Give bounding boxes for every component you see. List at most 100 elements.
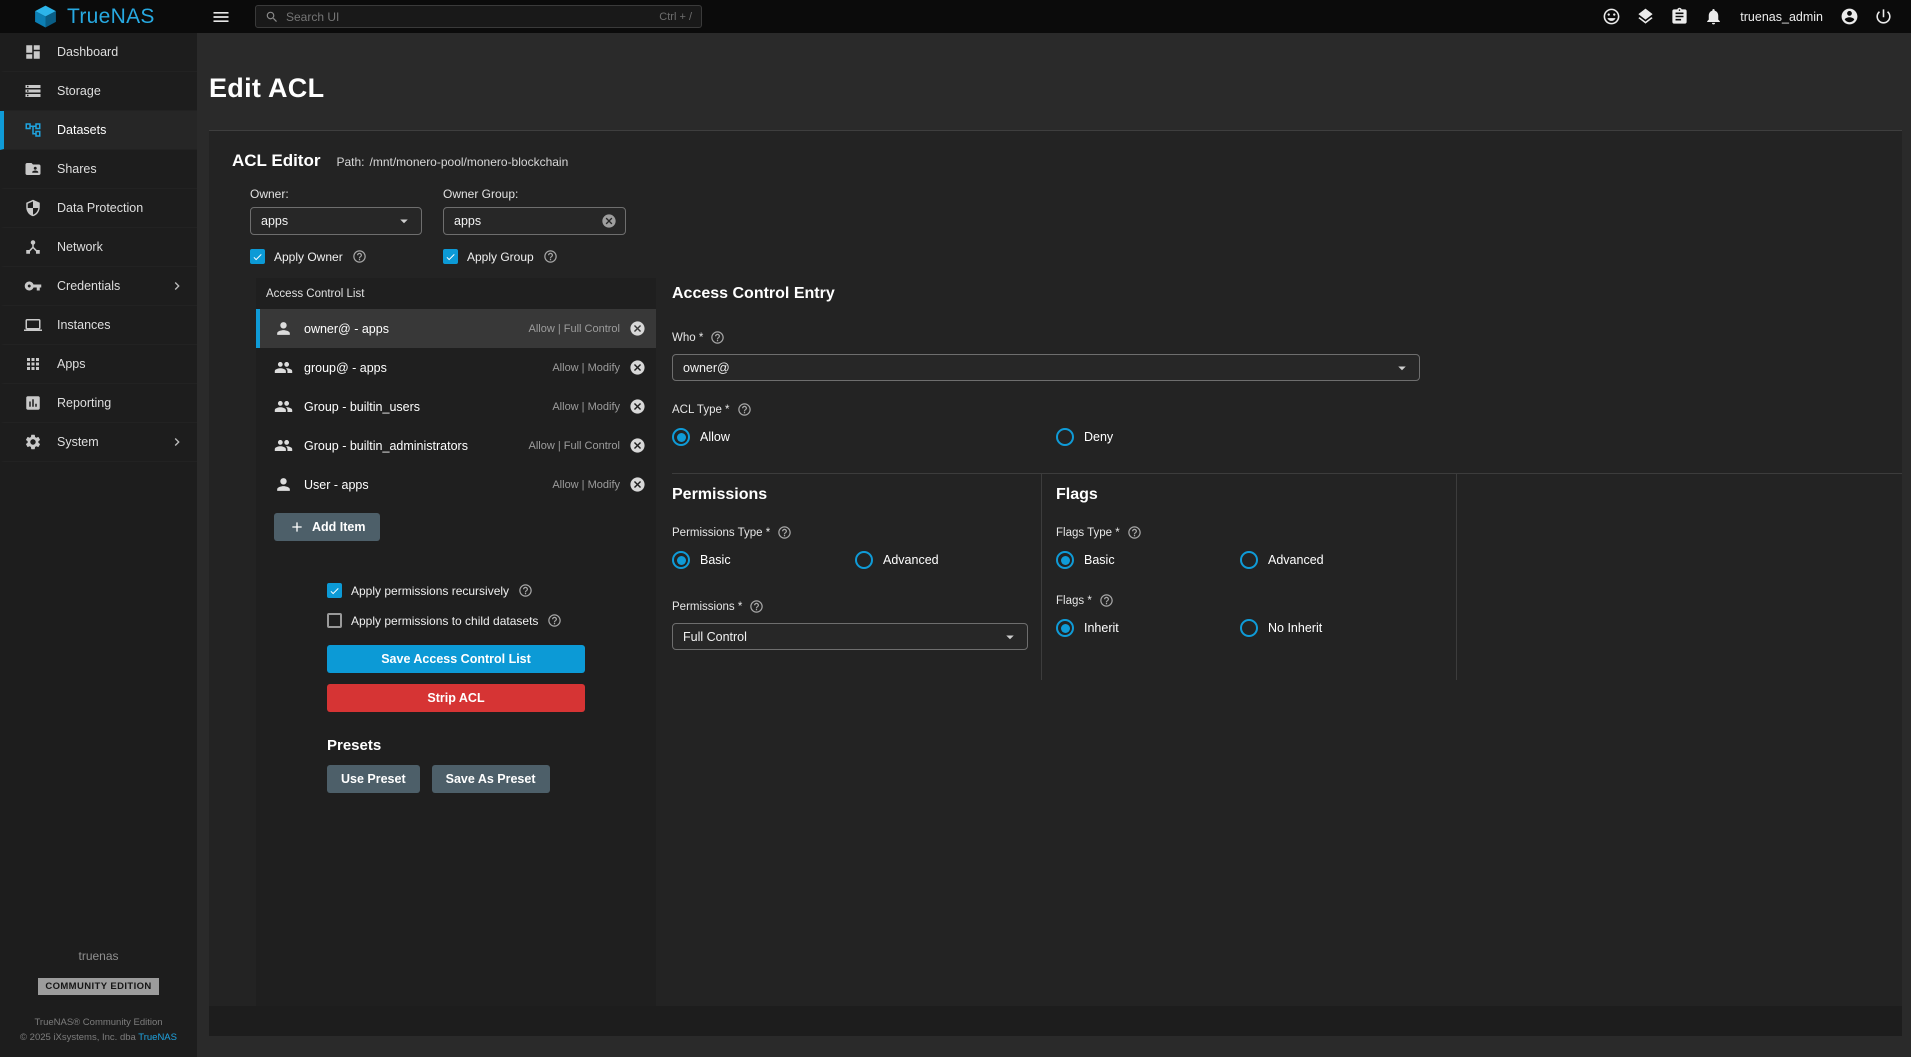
permissions-type-label: Permissions Type *: [672, 527, 770, 539]
acl-rule-summary: Allow | Modify: [552, 362, 620, 374]
chevron-right-icon: [169, 278, 185, 294]
search-input[interactable]: [286, 10, 659, 24]
sidebar-item-label: Shares: [57, 162, 97, 176]
sidebar-item-shares[interactable]: Shares: [0, 150, 197, 189]
sidebar-item-data-protection[interactable]: Data Protection: [0, 189, 197, 228]
flags-inherit-radio[interactable]: Inherit: [1056, 619, 1240, 637]
apply-group-checkbox[interactable]: [443, 249, 458, 264]
acl-actions: Apply permissions recursively Apply perm…: [327, 583, 585, 793]
chevron-down-icon: [1001, 628, 1019, 646]
sidebar-item-datasets[interactable]: Datasets: [0, 111, 197, 150]
sidebar-item-network[interactable]: Network: [0, 228, 197, 267]
clear-icon[interactable]: [601, 213, 617, 229]
layers-icon[interactable]: [1636, 7, 1655, 26]
strip-acl-button[interactable]: Strip ACL: [327, 684, 585, 712]
sidebar-item-label: Dashboard: [57, 45, 118, 59]
apply-to-children-checkbox[interactable]: [327, 613, 342, 628]
sidebar-item-instances[interactable]: Instances: [0, 306, 197, 345]
remove-entry-icon[interactable]: [629, 320, 646, 337]
apply-to-children-label: Apply permissions to child datasets: [351, 614, 538, 628]
help-icon[interactable]: [518, 583, 533, 598]
jobs-icon[interactable]: [1670, 7, 1689, 26]
remove-entry-icon[interactable]: [629, 359, 646, 376]
sidebar-item-label: Credentials: [57, 279, 120, 293]
dataset-path: Path:/mnt/monero-pool/monero-blockchain: [336, 155, 568, 169]
truenas-link[interactable]: TrueNAS: [138, 1032, 177, 1043]
use-preset-button[interactable]: Use Preset: [327, 765, 420, 793]
help-icon[interactable]: [1127, 525, 1142, 540]
save-as-preset-button[interactable]: Save As Preset: [432, 765, 550, 793]
remove-entry-icon[interactable]: [629, 398, 646, 415]
owner-select[interactable]: apps: [250, 207, 422, 235]
group-icon: [274, 397, 293, 416]
sidebar-item-credentials[interactable]: Credentials: [0, 267, 197, 306]
permissions-select[interactable]: Full Control: [672, 623, 1028, 650]
sidebar-item-label: System: [57, 435, 99, 449]
permissions-type-advanced-radio[interactable]: Advanced: [855, 551, 939, 569]
sidebar-item-reporting[interactable]: Reporting: [0, 384, 197, 423]
flags-section: Flags Flags Type * Basic: [1042, 474, 1457, 680]
power-icon[interactable]: [1874, 7, 1893, 26]
acl-entry-row[interactable]: Group - builtin_users Allow | Modify: [256, 387, 656, 426]
menu-toggle-button[interactable]: [211, 7, 231, 27]
search-shortcut: Ctrl + /: [659, 11, 692, 23]
save-acl-button[interactable]: Save Access Control List: [327, 645, 585, 673]
truenas-logo-icon: [33, 4, 58, 29]
flags-title: Flags: [1056, 486, 1456, 504]
truenas-logo[interactable]: TrueNAS: [0, 4, 197, 29]
search-box[interactable]: Ctrl + /: [255, 5, 702, 28]
product-line: TrueNAS® Community Edition: [0, 1017, 197, 1028]
who-select[interactable]: owner@: [672, 354, 1420, 381]
owner-group-label: Owner Group:: [443, 187, 626, 201]
hostname-label: truenas: [0, 949, 197, 963]
user-avatar-icon[interactable]: [1840, 7, 1859, 26]
sidebar-item-label: Data Protection: [57, 201, 143, 215]
help-icon[interactable]: [710, 330, 725, 345]
permissions-label: Permissions *: [672, 601, 742, 613]
help-icon[interactable]: [1099, 593, 1114, 608]
flags-label: Flags *: [1056, 595, 1092, 607]
acl-editor-title: ACL Editor: [232, 151, 320, 171]
sidebar-item-apps[interactable]: Apps: [0, 345, 197, 384]
alerts-icon[interactable]: [1704, 7, 1723, 26]
help-icon[interactable]: [749, 599, 764, 614]
apply-recursively-checkbox[interactable]: [327, 583, 342, 598]
acl-entry-row[interactable]: Group - builtin_administrators Allow | F…: [256, 426, 656, 465]
acl-type-allow-radio[interactable]: Allow: [672, 428, 1056, 446]
flags-type-label: Flags Type *: [1056, 527, 1120, 539]
acl-entry-row[interactable]: group@ - apps Allow | Modify: [256, 348, 656, 387]
add-item-button[interactable]: Add Item: [274, 513, 380, 541]
help-icon[interactable]: [547, 613, 562, 628]
sidebar-item-system[interactable]: System: [0, 423, 197, 462]
sidebar-item-label: Instances: [57, 318, 111, 332]
help-icon[interactable]: [352, 249, 367, 264]
sidebar-footer: truenas COMMUNITY EDITION TrueNAS® Commu…: [0, 949, 197, 1043]
acl-list-title: Access Control List: [256, 278, 656, 309]
apply-owner-checkbox[interactable]: [250, 249, 265, 264]
access-control-entry-panel: Access Control Entry Who * owner@ ACL Ty…: [656, 278, 1902, 1006]
acl-rule-summary: Allow | Full Control: [529, 323, 621, 335]
acl-entry-row[interactable]: owner@ - apps Allow | Full Control: [256, 309, 656, 348]
flags-type-basic-radio[interactable]: Basic: [1056, 551, 1240, 569]
acl-entry-row[interactable]: User - apps Allow | Modify: [256, 465, 656, 504]
ace-title: Access Control Entry: [672, 285, 1902, 303]
remove-entry-icon[interactable]: [629, 437, 646, 454]
feedback-icon[interactable]: [1602, 7, 1621, 26]
sidebar-item-storage[interactable]: Storage: [0, 72, 197, 111]
help-icon[interactable]: [737, 402, 752, 417]
acl-rule-summary: Allow | Modify: [552, 479, 620, 491]
help-icon[interactable]: [543, 249, 558, 264]
apply-group-label: Apply Group: [467, 250, 534, 264]
owner-group-field[interactable]: apps: [443, 207, 626, 235]
flags-type-advanced-radio[interactable]: Advanced: [1240, 551, 1324, 569]
sidebar-item-dashboard[interactable]: Dashboard: [0, 33, 197, 72]
remove-entry-icon[interactable]: [629, 476, 646, 493]
system-icon: [24, 433, 42, 451]
sidebar-item-label: Apps: [57, 357, 86, 371]
permissions-type-basic-radio[interactable]: Basic: [672, 551, 855, 569]
flags-no-inherit-radio[interactable]: No Inherit: [1240, 619, 1322, 637]
acl-type-deny-radio[interactable]: Deny: [1056, 428, 1113, 446]
help-icon[interactable]: [777, 525, 792, 540]
acl-editor-card: ACL Editor Path:/mnt/monero-pool/monero-…: [209, 130, 1902, 1036]
acl-type-label: ACL Type *: [672, 404, 730, 416]
